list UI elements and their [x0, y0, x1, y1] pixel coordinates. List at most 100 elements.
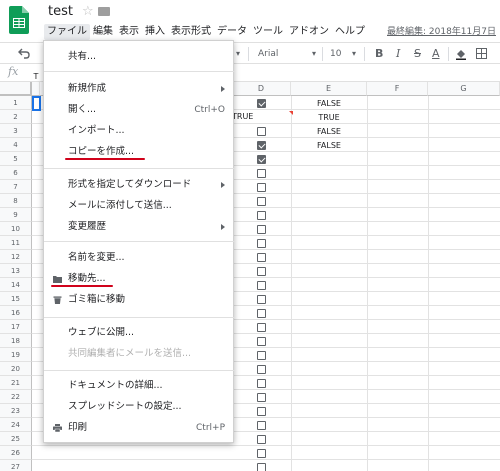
- cell-e2[interactable]: TRUE: [291, 111, 367, 124]
- menu-item-import[interactable]: インポート...: [44, 123, 235, 139]
- checkbox-d11[interactable]: [257, 239, 266, 248]
- checkbox-d14[interactable]: [257, 281, 266, 290]
- checkbox-d5[interactable]: [257, 155, 266, 164]
- row-header[interactable]: 27: [0, 460, 32, 471]
- strikethrough-button[interactable]: S: [414, 46, 421, 62]
- menu-file[interactable]: ファイル: [44, 24, 90, 40]
- checkbox-d19[interactable]: [257, 351, 266, 360]
- font-family-caret-icon[interactable]: ▾: [312, 46, 316, 62]
- checkbox-d8[interactable]: [257, 197, 266, 206]
- checkbox-d3[interactable]: [257, 127, 266, 136]
- row-header[interactable]: 22: [0, 390, 32, 404]
- row-header[interactable]: 11: [0, 236, 32, 250]
- menu-view[interactable]: 表示: [116, 24, 142, 40]
- menu-item-rename[interactable]: 名前を変更...: [44, 250, 235, 266]
- select-all-corner[interactable]: [0, 82, 32, 96]
- row-header[interactable]: 20: [0, 362, 32, 376]
- checkbox-d10[interactable]: [257, 225, 266, 234]
- row-header[interactable]: 16: [0, 306, 32, 320]
- row-header[interactable]: 17: [0, 320, 32, 334]
- row-header[interactable]: 3: [0, 124, 32, 138]
- document-title[interactable]: test: [48, 4, 73, 19]
- font-caret-icon[interactable]: ▾: [236, 46, 240, 62]
- menu-item-document-details[interactable]: ドキュメントの詳細...: [44, 378, 235, 394]
- checkbox-d1[interactable]: [257, 99, 266, 108]
- folder-icon[interactable]: [98, 7, 110, 16]
- bold-button[interactable]: B: [375, 46, 383, 62]
- font-size-select[interactable]: 10: [330, 46, 341, 62]
- menu-item-new[interactable]: 新規作成: [44, 81, 235, 97]
- row-header[interactable]: 8: [0, 194, 32, 208]
- row-header[interactable]: 26: [0, 446, 32, 460]
- checkbox-d20[interactable]: [257, 365, 266, 374]
- row-header[interactable]: 24: [0, 418, 32, 432]
- checkbox-d23[interactable]: [257, 407, 266, 416]
- menu-item-email-attachment[interactable]: メールに添付して送信...: [44, 198, 235, 214]
- checkbox-d12[interactable]: [257, 253, 266, 262]
- checkbox-d4[interactable]: [257, 141, 266, 150]
- menu-item-trash[interactable]: ゴミ箱に移動: [44, 292, 235, 308]
- menu-item-version-history[interactable]: 変更履歴: [44, 219, 235, 235]
- menu-tools[interactable]: ツール: [250, 24, 286, 40]
- sheets-logo-icon[interactable]: [9, 6, 29, 34]
- row-header[interactable]: 19: [0, 348, 32, 362]
- star-icon[interactable]: ☆: [82, 4, 94, 19]
- borders-icon[interactable]: [476, 48, 487, 59]
- undo-icon[interactable]: [18, 48, 30, 59]
- column-header-d[interactable]: D: [232, 82, 291, 96]
- row-header[interactable]: 21: [0, 376, 32, 390]
- checkbox-d15[interactable]: [257, 295, 266, 304]
- row-header[interactable]: 5: [0, 152, 32, 166]
- row-header[interactable]: 25: [0, 432, 32, 446]
- menu-edit[interactable]: 編集: [90, 24, 116, 40]
- checkbox-d9[interactable]: [257, 211, 266, 220]
- column-header-f[interactable]: F: [367, 82, 428, 96]
- column-header-a[interactable]: [32, 82, 40, 96]
- menu-help[interactable]: ヘルプ: [332, 24, 368, 40]
- row-header[interactable]: 13: [0, 264, 32, 278]
- row-header[interactable]: 9: [0, 208, 32, 222]
- checkbox-d6[interactable]: [257, 169, 266, 178]
- menu-item-share[interactable]: 共有...: [44, 49, 235, 65]
- checkbox-d16[interactable]: [257, 309, 266, 318]
- row-header[interactable]: 23: [0, 404, 32, 418]
- font-size-caret-icon[interactable]: ▾: [352, 46, 356, 62]
- row-header[interactable]: 18: [0, 334, 32, 348]
- row-header[interactable]: 6: [0, 166, 32, 180]
- checkbox-d25[interactable]: [257, 435, 266, 444]
- last-edit-link[interactable]: 最終編集: 2018年11月7日: [387, 24, 496, 40]
- menu-item-open[interactable]: 開く... Ctrl+O: [44, 102, 235, 118]
- column-header-e[interactable]: E: [291, 82, 367, 96]
- row-header[interactable]: 2: [0, 110, 32, 124]
- checkbox-d22[interactable]: [257, 393, 266, 402]
- cell-e3[interactable]: FALSE: [291, 125, 367, 138]
- menu-item-download-as[interactable]: 形式を指定してダウンロード: [44, 177, 235, 193]
- menu-item-spreadsheet-settings[interactable]: スプレッドシートの設定...: [44, 399, 235, 415]
- menu-insert[interactable]: 挿入: [142, 24, 168, 40]
- menu-format[interactable]: 表示形式: [168, 24, 214, 40]
- cell-e4[interactable]: FALSE: [291, 139, 367, 152]
- menu-data[interactable]: データ: [214, 24, 250, 40]
- checkbox-d27[interactable]: [257, 463, 266, 471]
- selected-cell[interactable]: [32, 96, 41, 111]
- text-color-button[interactable]: A: [432, 46, 440, 62]
- row-header[interactable]: 10: [0, 222, 32, 236]
- row-header[interactable]: 1: [0, 96, 32, 110]
- row-header[interactable]: 7: [0, 180, 32, 194]
- menu-item-publish-web[interactable]: ウェブに公開...: [44, 325, 235, 341]
- checkbox-d21[interactable]: [257, 379, 266, 388]
- checkbox-d13[interactable]: [257, 267, 266, 276]
- row-header[interactable]: 15: [0, 292, 32, 306]
- checkbox-d24[interactable]: [257, 421, 266, 430]
- font-family-select[interactable]: Arial: [258, 46, 278, 62]
- fill-color-icon[interactable]: [455, 48, 467, 60]
- row-header[interactable]: 12: [0, 250, 32, 264]
- row-header[interactable]: 4: [0, 138, 32, 152]
- checkbox-d17[interactable]: [257, 323, 266, 332]
- menu-addons[interactable]: アドオン: [286, 24, 332, 40]
- italic-button[interactable]: I: [396, 46, 400, 62]
- checkbox-d26[interactable]: [257, 449, 266, 458]
- cell-e1[interactable]: FALSE: [291, 97, 367, 110]
- row-header[interactable]: 14: [0, 278, 32, 292]
- column-header-g[interactable]: G: [428, 82, 500, 96]
